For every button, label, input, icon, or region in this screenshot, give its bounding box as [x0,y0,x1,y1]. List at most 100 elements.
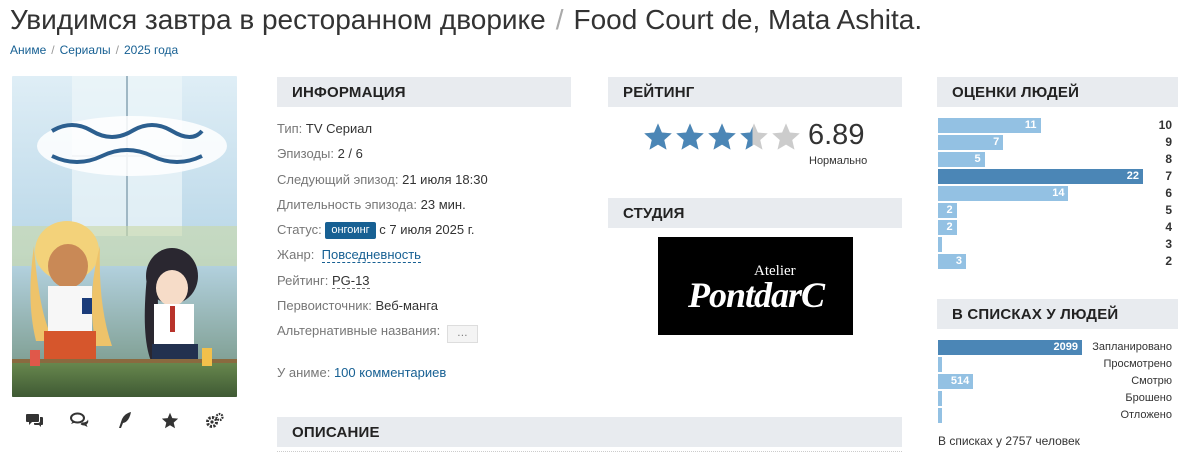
info-genre-label: Жанр: [277,247,315,263]
score-label: 9 [1165,135,1172,149]
score-bar: 22 [938,169,1143,184]
info-panel: Тип: TV Сериал Эпизоды: 2 / 6 Следующий … [277,116,488,344]
info-row-episodes: Эпизоды: 2 / 6 [277,141,488,166]
status-badge[interactable]: онгоинг [325,222,376,240]
info-row-status: Статус: онгоинг с 7 июля 2025 г. [277,217,488,242]
rating-star-icon [643,122,673,156]
studio-logo-big: PontdarC [687,275,826,315]
rating-stars [643,122,801,156]
studio-logo[interactable]: Atelier PontdarC [658,237,853,335]
list-row: 2099 Запланировано [938,339,1178,356]
score-label: 6 [1165,186,1172,200]
list-label: Просмотрено [1103,358,1172,370]
favorite-star-icon[interactable] [158,408,182,432]
score-label: 5 [1165,203,1172,217]
comments-link[interactable]: 100 комментариев [334,365,446,380]
score-bar: 2 [938,220,957,235]
list-row: 514 Смотрю [938,373,1178,390]
score-bar: 7 [938,135,1004,150]
score-label: 8 [1165,152,1172,166]
score-bar: 14 [938,186,1069,201]
page-title: Увидимся завтра в ресторанном дворике / Fo… [10,4,922,36]
comments-label: У аниме: [277,365,331,380]
list-label: Запланировано [1092,341,1172,353]
breadcrumb-year[interactable]: 2025 года [124,43,178,57]
genre-link[interactable]: Повседневность [321,247,421,264]
rating-heading: РЕЙТИНГ [608,77,902,107]
settings-icon[interactable] [203,408,227,432]
list-label: Смотрю [1131,375,1172,387]
info-row-duration: Длительность эпизода: 23 мин. [277,192,488,217]
info-age-label: Рейтинг: [277,272,329,288]
score-label: 7 [1165,169,1172,183]
rating-star-icon [707,122,737,156]
info-source-label: Первоисточник: [277,298,372,314]
comments-line: У аниме: 100 комментариев [277,365,446,380]
score-label: 4 [1165,220,1172,234]
description-heading: ОПИСАНИЕ [277,417,902,447]
list-bar: 514 [938,374,974,389]
title-separator: / [555,4,564,35]
score-bar: 2 [938,203,957,218]
list-distribution: 2099 Запланировано Просмотрено 514 Смотрю Бро… [938,339,1178,424]
info-row-alt: Альтернативные названия: … [277,318,488,344]
in-lists-heading: В СПИСКАХ У ЛЮДЕЙ [937,299,1178,329]
info-duration-label: Длительность эпизода: [277,196,417,212]
studio-heading: СТУДИЯ [608,198,902,228]
info-row-source: Первоисточник: Веб-манга [277,293,488,318]
breadcrumb-separator: / [115,43,119,57]
alt-names-button[interactable]: … [446,325,478,344]
info-source-value: Веб-манга [375,298,439,314]
list-bar [938,408,942,423]
info-type-value: TV Сериал [305,121,373,136]
poster-actions [12,408,237,432]
title-ru: Увидимся завтра в ресторанном дворике [10,4,546,35]
title-en: Food Court de, Mata Ashita. [573,4,923,35]
age-rating-value[interactable]: PG-13 [331,272,370,289]
breadcrumb-series[interactable]: Сериалы [60,43,111,57]
info-alt-label: Альтернативные названия: [277,323,441,339]
comments-icon[interactable] [23,408,47,432]
review-icon[interactable] [113,408,137,432]
score-row: 3 [938,236,1178,253]
score-bar [938,237,942,252]
list-label: Брошено [1125,392,1172,404]
rating-star-icon [675,122,705,156]
list-row: Просмотрено [938,356,1178,373]
list-bar [938,357,942,372]
info-episodes-label: Эпизоды: [277,146,334,162]
score-row: 14 6 [938,185,1178,202]
score-bar: 3 [938,254,966,269]
score-bar: 5 [938,152,985,167]
discussion-icon[interactable] [68,408,92,432]
info-row-next: Следующий эпизод: 21 июля 18:30 [277,167,488,192]
breadcrumb-separator: / [51,43,55,57]
info-heading: ИНФОРМАЦИЯ [277,77,571,107]
list-label: Отложено [1120,409,1172,421]
score-label: 3 [1165,237,1172,251]
list-row: Отложено [938,407,1178,424]
rating-score: 6.89 [808,119,865,151]
rating-score-word: Нормально [809,155,868,167]
score-row: 58 [938,151,1178,168]
score-bar: 11 [938,118,1041,133]
score-row: 32 [938,253,1178,270]
info-row-age: Рейтинг: PG-13 [277,268,488,293]
score-distribution: 11 10 7 9 5 8 22 7 14 6 2 5 2 4 3 3 2 [938,117,1178,270]
score-row: 79 [938,134,1178,151]
rating-star-icon [739,122,769,156]
info-type-label: Тип: [277,121,303,136]
info-episodes-value: 2 / 6 [337,146,363,162]
info-row-genre: Жанр: Повседневность [277,242,488,267]
poster-illustration [12,76,237,397]
list-bar [938,391,942,406]
score-label: 10 [1158,118,1172,132]
description-divider [277,451,902,458]
info-row-type: Тип: TV Сериал [277,116,488,141]
score-row: 22 7 [938,168,1178,185]
breadcrumb-anime[interactable]: Аниме [10,43,46,57]
breadcrumb: Аниме / Сериалы / 2025 года [10,43,178,57]
score-label: 2 [1165,254,1172,268]
list-bar: 2099 [938,340,1082,355]
poster-image[interactable] [12,76,237,397]
